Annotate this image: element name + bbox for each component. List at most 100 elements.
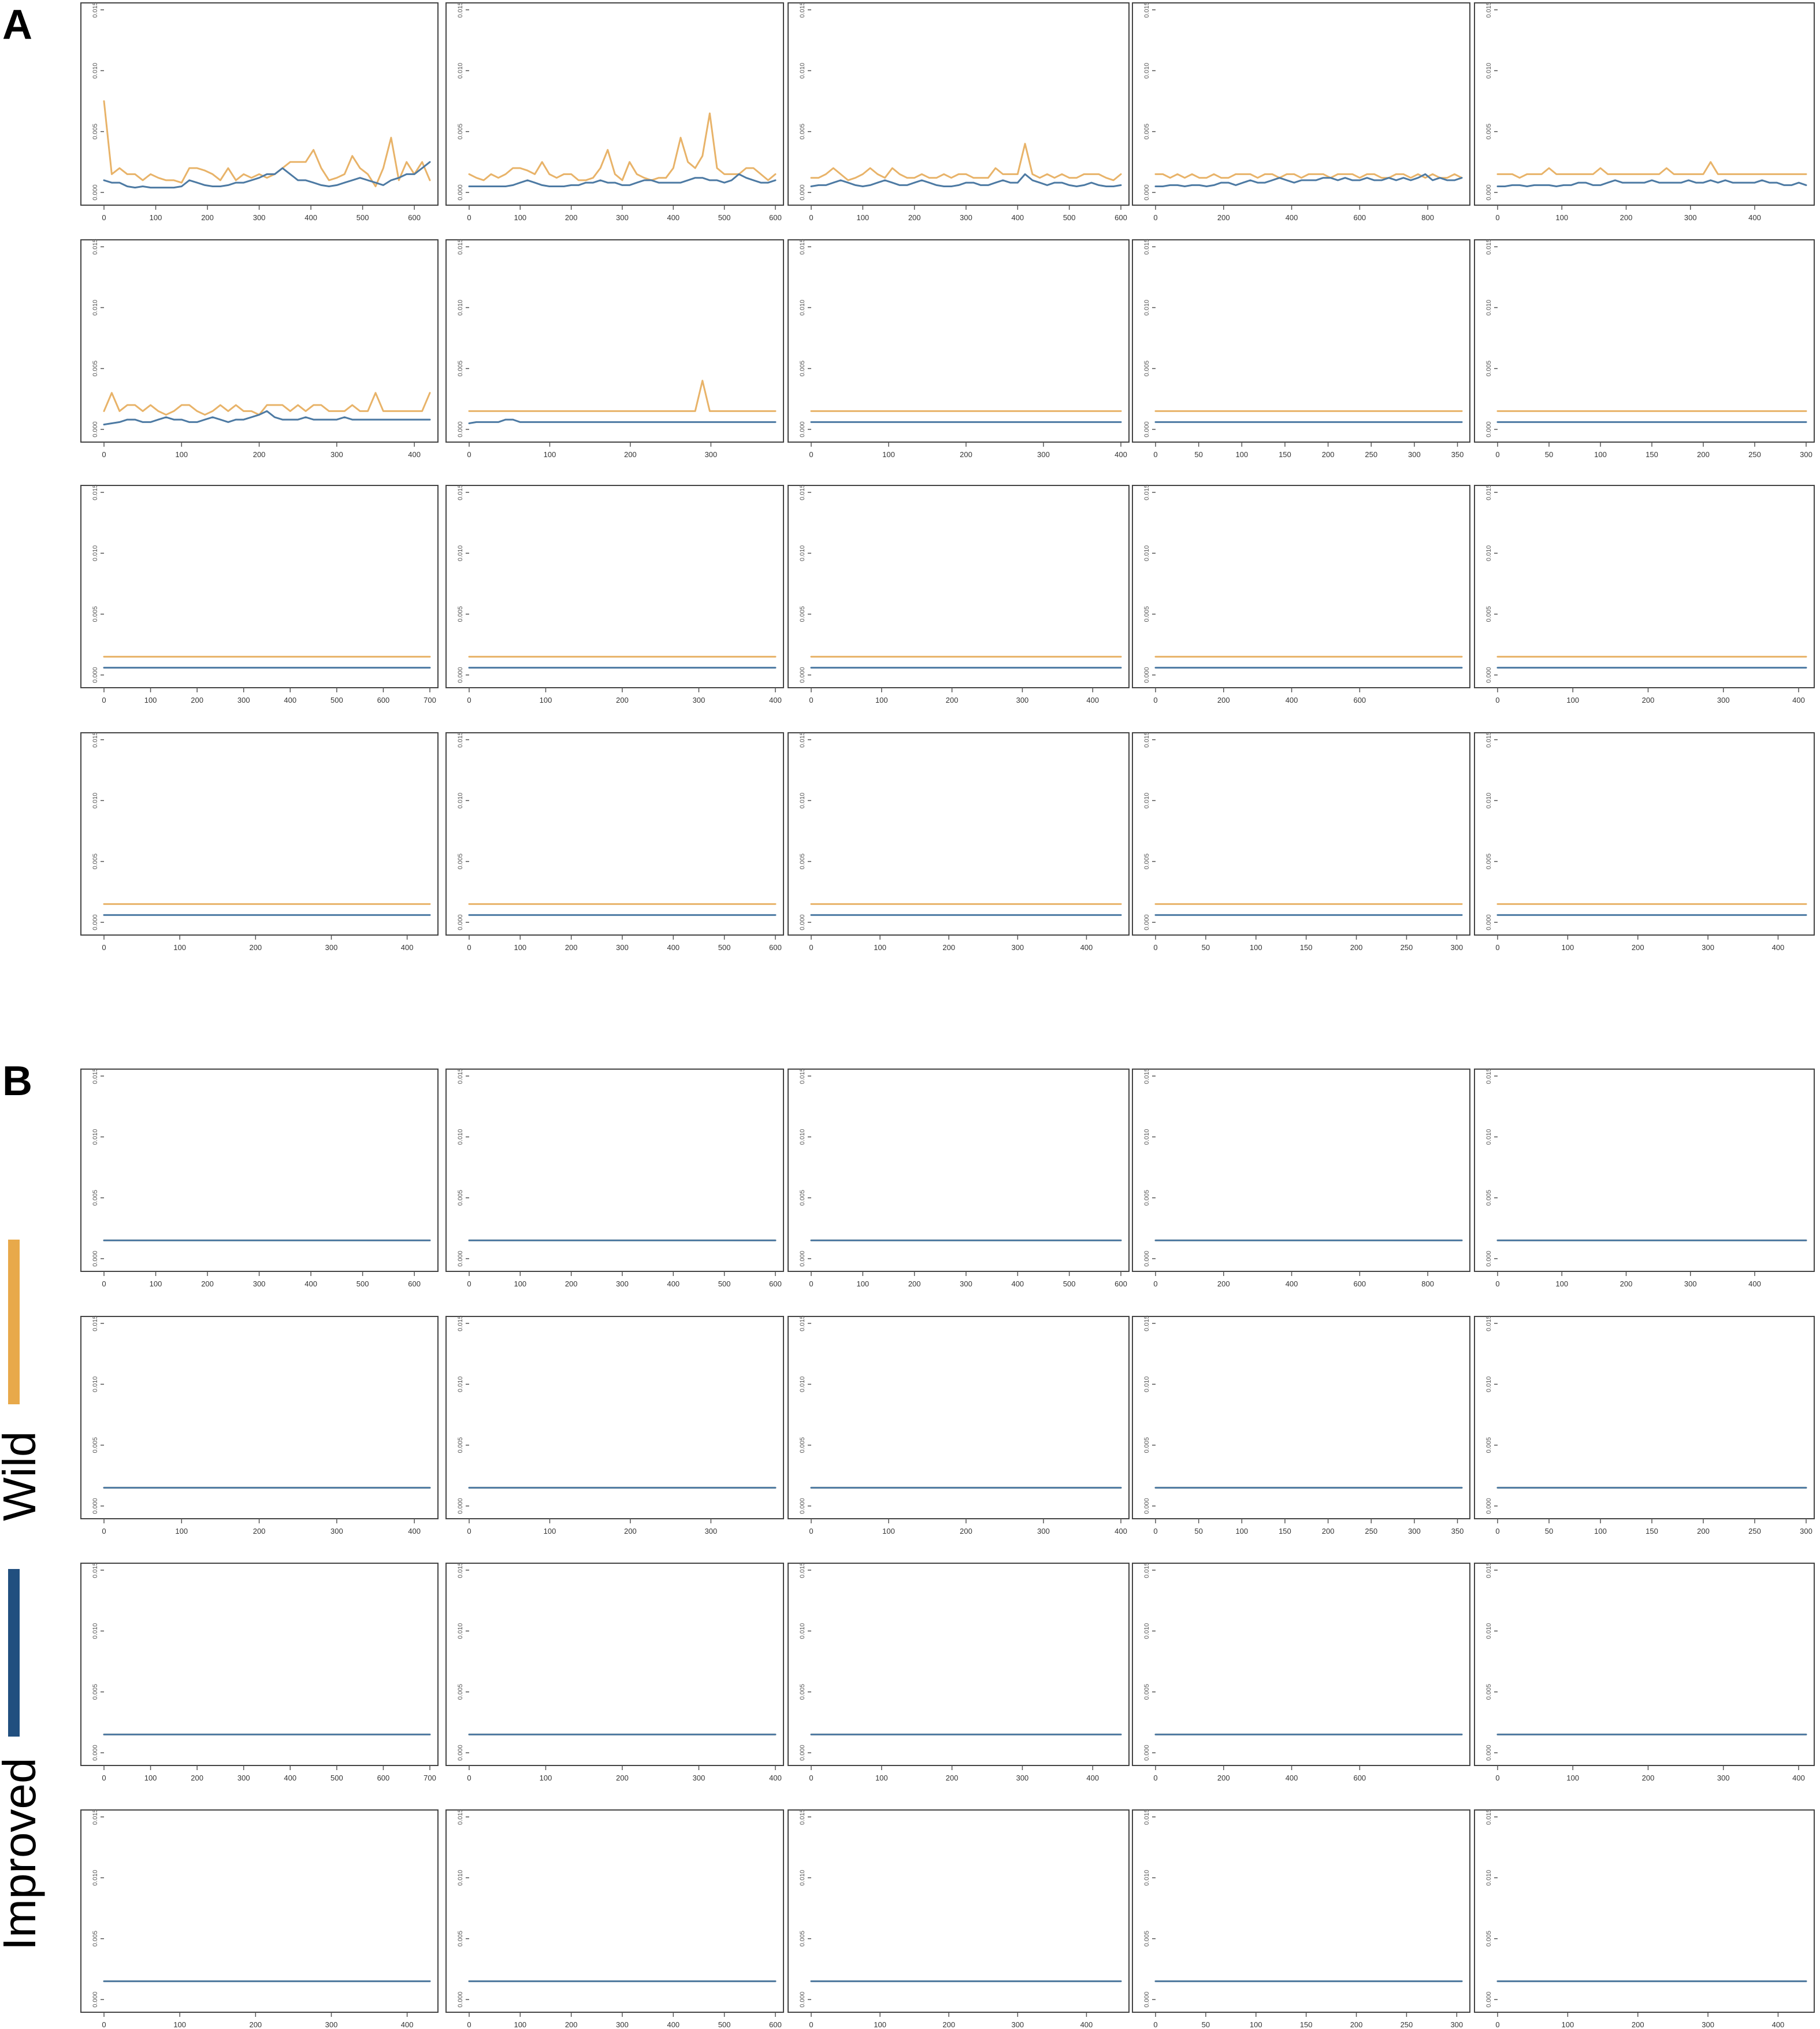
y-tick-label: 0.010 (92, 793, 99, 809)
y-tick-label: 0.010 (1485, 793, 1492, 809)
x-tick-label: 350 (1451, 1527, 1464, 1535)
x-tick-label: 500 (356, 1279, 369, 1288)
y-tick-label: 0.010 (1143, 1377, 1150, 1393)
x-tick-label: 200 (942, 943, 955, 952)
y-tick-label: 0.000 (1485, 184, 1492, 201)
subplot-a-3-2: 0.000 0.005 0.010 0.015 0 100 200 300 400 (788, 732, 1130, 952)
y-tick-label: 0.005 (799, 1190, 806, 1206)
subplot-b-2-4: 0.000 0.005 0.010 0.015 0 100 200 300 400 (1474, 1562, 1815, 1782)
y-tick-label: 0.005 (457, 1437, 464, 1453)
x-tick-label: 0 (102, 450, 106, 459)
x-tick-label: 50 (1202, 2020, 1210, 2029)
x-tick-label: 50 (1202, 943, 1210, 952)
x-tick-label: 600 (377, 1774, 390, 1782)
y-tick-label: 0.010 (799, 1870, 806, 1886)
x-tick-label: 600 (1353, 1279, 1366, 1288)
y-tick-label: 0.005 (92, 124, 99, 140)
x-tick-label: 300 (1717, 1774, 1730, 1782)
x-tick-label: 100 (1235, 1527, 1248, 1535)
subplot-a-0-4: 0.000 0.005 0.010 0.015 0 100 200 300 400 (1474, 2, 1815, 222)
x-tick-label: 0 (1495, 450, 1499, 459)
x-tick-label: 300 (616, 213, 629, 222)
y-tick-label: 0.005 (1143, 124, 1150, 140)
x-tick-label: 0 (467, 213, 471, 222)
y-tick-label: 0.015 (1143, 732, 1150, 748)
y-tick-label: 0.000 (1143, 914, 1150, 930)
subplot-b-2-1: 0.000 0.005 0.010 0.015 0 100 200 300 400 (445, 1562, 784, 1782)
x-tick-label: 400 (1086, 696, 1099, 704)
x-tick-label: 200 (908, 213, 921, 222)
x-tick-label: 400 (1748, 1279, 1761, 1288)
y-tick-label: 0.010 (1485, 300, 1492, 316)
y-tick-label: 0.000 (1143, 1991, 1150, 2008)
y-tick-label: 0.000 (457, 914, 464, 930)
subplot-b-2-2: 0.000 0.005 0.010 0.015 0 100 200 300 400 (788, 1562, 1130, 1782)
y-tick-label: 0.015 (799, 1315, 806, 1331)
y-tick-label: 0.005 (1143, 1684, 1150, 1700)
x-tick-label: 0 (467, 943, 471, 952)
subplot-b-3-4: 0.000 0.005 0.010 0.015 0 100 200 300 400 (1474, 1809, 1815, 2029)
x-tick-label: 500 (1063, 1279, 1076, 1288)
subplot-a-3-1: 0.000 0.005 0.010 0.015 0 100 200 300 400 500 600 (445, 732, 784, 952)
y-tick-label: 0.010 (92, 1129, 99, 1145)
x-tick-label: 200 (1620, 1279, 1633, 1288)
x-tick-label: 100 (1566, 1774, 1579, 1782)
x-tick-label: 400 (769, 1774, 782, 1782)
y-tick-label: 0.015 (1143, 1068, 1150, 1084)
y-tick-label: 0.010 (92, 1623, 99, 1639)
x-tick-label: 600 (1115, 1279, 1127, 1288)
x-tick-label: 200 (1642, 696, 1655, 704)
y-tick-label: 0.015 (457, 732, 464, 748)
x-tick-label: 0 (1495, 1527, 1499, 1535)
y-tick-label: 0.010 (1143, 63, 1150, 79)
y-tick-label: 0.000 (92, 421, 99, 437)
x-tick-label: 100 (514, 943, 526, 952)
x-tick-label: 200 (1697, 1527, 1710, 1535)
x-tick-label: 600 (408, 1279, 421, 1288)
x-tick-label: 200 (1697, 450, 1710, 459)
y-tick-label: 0.005 (457, 124, 464, 140)
x-tick-label: 300 (237, 1774, 250, 1782)
y-tick-label: 0.005 (1485, 854, 1492, 870)
y-tick-label: 0.000 (1485, 421, 1492, 437)
subplot-b-0-4: 0.000 0.005 0.010 0.015 0 100 200 300 400 (1474, 1068, 1815, 1288)
y-tick-label: 0.010 (1143, 300, 1150, 316)
y-tick-label: 0.000 (799, 667, 806, 683)
y-tick-label: 0.000 (92, 914, 99, 930)
y-tick-label: 0.010 (457, 1377, 464, 1393)
y-tick-label: 0.015 (457, 484, 464, 500)
x-tick-label: 150 (1300, 943, 1313, 952)
x-tick-label: 0 (809, 1774, 813, 1782)
x-tick-label: 0 (1153, 2020, 1157, 2029)
x-tick-label: 200 (960, 1527, 972, 1535)
subplot-a-2-0: 0.000 0.005 0.010 0.015 0 100 200 300 400 500 600 7… (80, 484, 439, 704)
subplot-b-1-2: 0.000 0.005 0.010 0.015 0 100 200 300 400 (788, 1315, 1130, 1535)
x-tick-label: 400 (1115, 450, 1127, 459)
y-tick-label: 0.005 (1143, 361, 1150, 377)
y-tick-label: 0.005 (1143, 606, 1150, 622)
y-tick-label: 0.015 (92, 1068, 99, 1084)
subplot-b-3-3: 0.000 0.005 0.010 0.015 0 50 100 150 200 250 300 (1132, 1809, 1470, 2029)
x-tick-label: 0 (1153, 450, 1157, 459)
y-tick-label: 0.015 (1143, 2, 1150, 18)
subplot-b-3-1: 0.000 0.005 0.010 0.015 0 100 200 300 400 500 600 (445, 1809, 784, 2029)
x-tick-label: 0 (1153, 696, 1157, 704)
x-tick-label: 100 (514, 1279, 526, 1288)
x-tick-label: 0 (467, 1279, 471, 1288)
y-tick-label: 0.010 (1143, 1870, 1150, 1886)
x-tick-label: 200 (1322, 1527, 1335, 1535)
y-tick-label: 0.005 (92, 1684, 99, 1700)
x-tick-label: 100 (175, 450, 188, 459)
x-tick-label: 500 (718, 213, 731, 222)
y-tick-label: 0.015 (92, 732, 99, 748)
y-tick-label: 0.010 (1143, 546, 1150, 562)
subplot-a-0-2: 0.000 0.005 0.010 0.015 0 100 200 300 400 500 600 (788, 2, 1130, 222)
x-tick-label: 300 (1011, 943, 1024, 952)
x-tick-label: 300 (1408, 450, 1421, 459)
x-tick-label: 400 (1080, 943, 1093, 952)
x-tick-label: 300 (960, 1279, 972, 1288)
x-tick-label: 0 (809, 696, 813, 704)
x-tick-label: 0 (467, 1774, 471, 1782)
x-tick-label: 400 (1772, 943, 1785, 952)
y-tick-label: 0.005 (1143, 1931, 1150, 1947)
